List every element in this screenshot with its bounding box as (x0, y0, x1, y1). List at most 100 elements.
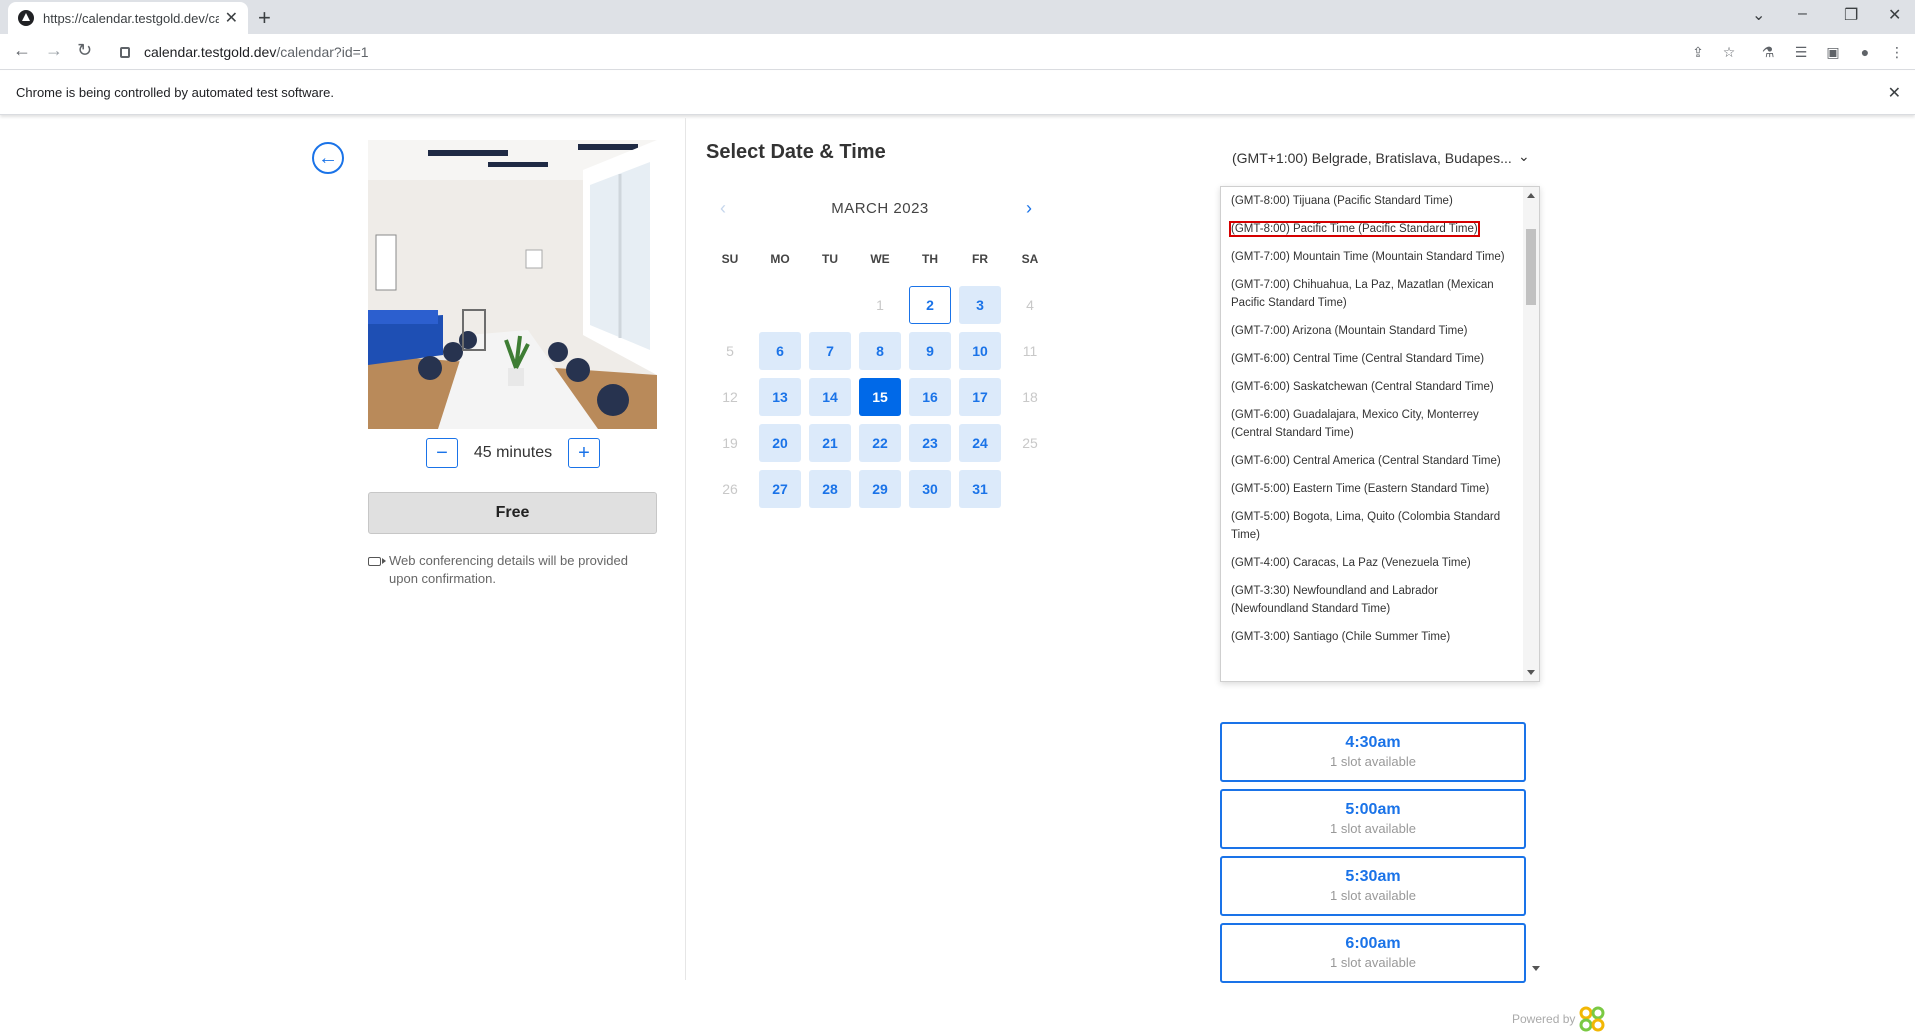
calendar-day[interactable]: 10 (959, 332, 1001, 370)
browser-menu-icon[interactable]: ⋮ (1888, 43, 1906, 61)
duration-label: 45 minutes (473, 444, 553, 461)
calendar-day[interactable]: 2 (909, 286, 951, 324)
timezone-option[interactable]: (GMT-5:00) Bogota, Lima, Quito (Colombia… (1221, 503, 1521, 549)
timezone-option-label: (GMT-6:00) Central America (Central Stan… (1231, 455, 1501, 467)
timezone-option-label: (GMT-6:00) Guadalajara, Mexico City, Mon… (1231, 409, 1479, 439)
previous-month-chevron-icon[interactable]: ‹ (720, 198, 726, 219)
video-camera-icon (368, 557, 386, 566)
timezone-option[interactable]: (GMT-6:00) Saskatchewan (Central Standar… (1221, 373, 1521, 401)
scrollbar-thumb[interactable] (1526, 229, 1536, 305)
bookmark-star-icon[interactable]: ☆ (1720, 43, 1738, 61)
calendar-day[interactable]: 20 (759, 424, 801, 462)
calendar-day[interactable]: 16 (909, 378, 951, 416)
chevron-down-icon[interactable]: ⌄ (1518, 148, 1530, 165)
timezone-option[interactable]: (GMT-4:00) Caracas, La Paz (Venezuela Ti… (1221, 549, 1521, 577)
unavailable-day: 25 (1022, 435, 1038, 451)
weekday-label: MO (770, 252, 790, 266)
calendar-day[interactable]: 22 (859, 424, 901, 462)
weekday-label: TH (922, 252, 938, 266)
browser-tab[interactable]: https://calendar.testgold.dev/calendar?i… (8, 2, 248, 34)
timezone-option[interactable]: (GMT-7:00) Mountain Time (Mountain Stand… (1221, 243, 1521, 271)
timezone-option[interactable]: (GMT-3:30) Newfoundland and Labrador (Ne… (1221, 577, 1521, 623)
window-close-icon[interactable]: ✕ (1888, 5, 1901, 25)
calendar-day[interactable]: 24 (959, 424, 1001, 462)
selected-day[interactable]: 15 (859, 378, 901, 416)
powered-by-text: Powered by (1512, 1012, 1576, 1026)
calendar-day[interactable]: 8 (859, 332, 901, 370)
forward-arrow-icon[interactable]: → (45, 40, 63, 61)
timezone-dropdown: (GMT-8:00) Tijuana (Pacific Standard Tim… (1220, 186, 1540, 682)
calendar-day[interactable]: 28 (809, 470, 851, 508)
weekday-label: SA (1021, 252, 1039, 266)
share-icon[interactable]: ⇪ (1689, 43, 1707, 61)
calendar-day[interactable]: 9 (909, 332, 951, 370)
timezone-option[interactable]: (GMT-8:00) Pacific Time (Pacific Standar… (1221, 215, 1521, 243)
slot-availability: 1 slot available (1330, 955, 1416, 970)
timezone-option[interactable]: (GMT-6:00) Central America (Central Stan… (1221, 447, 1521, 475)
reading-list-icon[interactable]: ☰ (1792, 43, 1810, 61)
infobar-close-icon[interactable]: ✕ (1888, 83, 1901, 103)
time-slot-button[interactable]: 6:00am 1 slot available (1220, 923, 1526, 983)
new-tab-icon[interactable]: + (258, 5, 271, 31)
time-slot-button[interactable]: 5:30am 1 slot available (1220, 856, 1526, 916)
timezone-option[interactable]: (GMT-3:00) Santiago (Chile Summer Time) (1221, 623, 1521, 651)
calendar-day[interactable]: 30 (909, 470, 951, 508)
time-slot-button[interactable]: 4:30am 1 slot available (1220, 722, 1526, 782)
reload-icon[interactable]: ↻ (77, 40, 92, 61)
weekday-label: TU (822, 252, 838, 266)
slot-availability: 1 slot available (1330, 821, 1416, 836)
weekday-label: SU (721, 252, 739, 266)
minimize-icon[interactable]: – (1798, 5, 1807, 23)
timezone-option-label: (GMT-3:30) Newfoundland and Labrador (Ne… (1231, 585, 1439, 615)
profile-avatar-icon[interactable]: ● (1856, 43, 1874, 61)
close-tab-icon[interactable]: ✕ (225, 8, 238, 28)
timezone-option[interactable]: (GMT-5:00) Eastern Time (Eastern Standar… (1221, 475, 1521, 503)
timezone-option[interactable]: (GMT-8:00) Tijuana (Pacific Standard Tim… (1221, 187, 1521, 215)
timezone-select[interactable]: (GMT+1:00) Belgrade, Bratislava, Budapes… (1232, 150, 1532, 166)
price-button[interactable]: Free (368, 492, 657, 534)
calendar-day[interactable]: 17 (959, 378, 1001, 416)
timezone-option[interactable]: (GMT-7:00) Arizona (Mountain Standard Ti… (1221, 317, 1521, 345)
timezone-option[interactable]: (GMT-6:00) Central Time (Central Standar… (1221, 345, 1521, 373)
unavailable-day: 26 (722, 481, 738, 497)
calendar-day[interactable]: 13 (759, 378, 801, 416)
unavailable-day: 18 (1022, 389, 1038, 405)
calendar-day[interactable]: 21 (809, 424, 851, 462)
calendar-day[interactable]: 27 (759, 470, 801, 508)
calendar-day[interactable]: 3 (959, 286, 1001, 324)
calendar-day[interactable]: 7 (809, 332, 851, 370)
slot-time: 5:30am (1345, 868, 1401, 885)
timezone-option-label: (GMT-7:00) Mountain Time (Mountain Stand… (1231, 251, 1505, 263)
time-slot-button[interactable]: 5:00am 1 slot available (1220, 789, 1526, 849)
increase-duration-button[interactable]: + (567, 438, 600, 468)
conferencing-note-text: Web conferencing details will be provide… (389, 553, 628, 586)
decrease-duration-button[interactable]: − (426, 438, 458, 468)
timezone-option[interactable]: (GMT-7:00) Chihuahua, La Paz, Mazatlan (… (1221, 271, 1521, 317)
page-title: Select Date & Time (706, 141, 886, 163)
timezone-option[interactable]: (GMT-6:00) Guadalajara, Mexico City, Mon… (1221, 401, 1521, 447)
unavailable-day: 11 (1022, 343, 1038, 359)
calendar-day[interactable]: 14 (809, 378, 851, 416)
extension-flask-icon[interactable]: ⚗ (1759, 43, 1777, 61)
dropdown-scrollbar[interactable] (1523, 187, 1539, 681)
next-month-chevron-icon[interactable]: › (1026, 198, 1032, 219)
footer (0, 985, 1915, 1029)
column-divider (685, 118, 686, 980)
page-scroll-down-icon[interactable] (1532, 966, 1540, 971)
powered-by[interactable]: Powered by (1512, 1006, 1605, 1032)
back-button[interactable]: ← (312, 142, 344, 174)
weekday-label: WE (870, 252, 890, 266)
scroll-up-icon[interactable] (1527, 193, 1535, 198)
restore-icon[interactable]: ❐ (1844, 5, 1858, 25)
unavailable-day: 5 (726, 343, 734, 359)
slot-availability: 1 slot available (1330, 754, 1416, 769)
calendar-day[interactable]: 29 (859, 470, 901, 508)
calendar-day[interactable]: 23 (909, 424, 951, 462)
calendar-day[interactable]: 31 (959, 470, 1001, 508)
tab-search-icon[interactable]: ⌄ (1752, 5, 1765, 25)
calendar-day[interactable]: 6 (759, 332, 801, 370)
side-panel-icon[interactable]: ▣ (1824, 43, 1842, 61)
address-bar[interactable]: calendar.testgold.dev/calendar?id=1 (108, 38, 1808, 66)
scroll-down-icon[interactable] (1527, 670, 1535, 675)
back-arrow-icon[interactable]: ← (13, 40, 31, 61)
